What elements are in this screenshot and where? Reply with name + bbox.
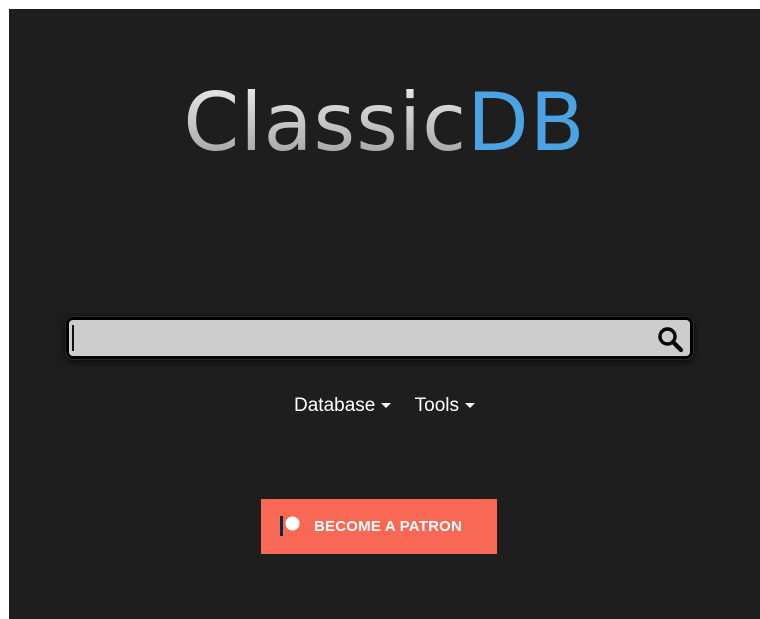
search-input[interactable] (75, 324, 635, 352)
patreon-logo-icon (280, 516, 300, 536)
chevron-down-icon (381, 403, 392, 409)
become-patron-label: BECOME A PATRON (314, 518, 462, 535)
logo-text-classic: Classic (183, 76, 468, 169)
nav-item-database[interactable]: Database (294, 395, 392, 417)
main-nav: Database Tools (9, 395, 760, 417)
search-icon[interactable] (656, 325, 684, 353)
chevron-down-icon (464, 403, 475, 409)
nav-item-tools[interactable]: Tools (415, 395, 475, 417)
page-panel: ClassicDB Database Tools BECOME A PATRON (9, 9, 760, 619)
search-bar (66, 317, 693, 359)
site-logo[interactable]: ClassicDB (9, 73, 760, 173)
nav-item-label: Database (294, 395, 376, 416)
logo-text-db: DB (467, 76, 586, 169)
become-patron-button[interactable]: BECOME A PATRON (261, 499, 497, 554)
nav-item-label: Tools (414, 395, 459, 416)
text-cursor (72, 325, 74, 351)
